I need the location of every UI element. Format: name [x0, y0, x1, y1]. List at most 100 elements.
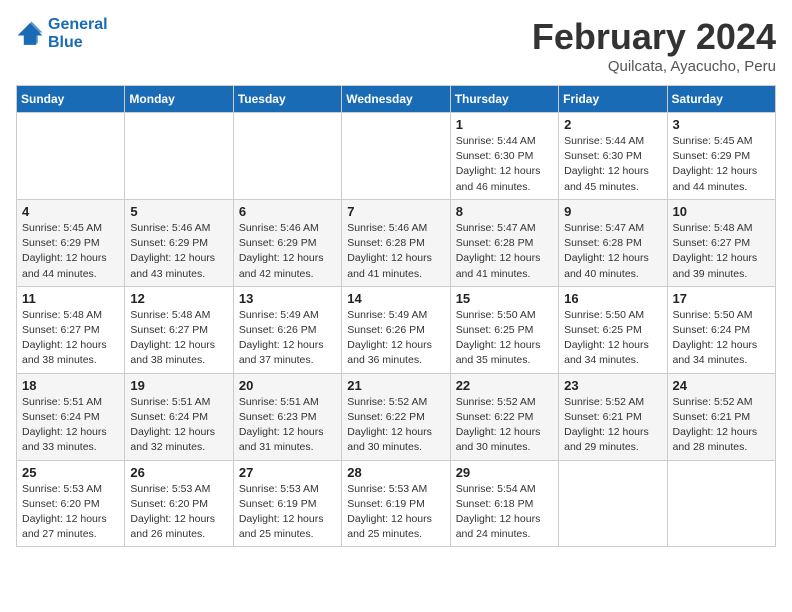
day-info: Sunrise: 5:53 AMSunset: 6:20 PMDaylight:… — [130, 482, 227, 543]
day-number: 19 — [130, 378, 227, 393]
day-info: Sunrise: 5:53 AMSunset: 6:20 PMDaylight:… — [22, 482, 119, 543]
calendar-cell: 1Sunrise: 5:44 AMSunset: 6:30 PMDaylight… — [450, 113, 558, 200]
calendar-cell: 20 Sunrise: 5:51 AMSunset: 6:23 PMDayligh… — [233, 373, 341, 460]
day-number: 12 — [130, 291, 227, 306]
calendar-cell — [125, 113, 233, 200]
subtitle: Quilcata, Ayacucho, Peru — [532, 58, 776, 75]
calendar-cell: 11Sunrise: 5:48 AMSunset: 6:27 PMDayligh… — [17, 286, 125, 373]
day-info: Sunrise: 5:46 AMSunset: 6:29 PMDaylight:… — [130, 221, 227, 282]
day-info: Sunrise: 5:52 AMSunset: 6:22 PMDaylight:… — [347, 395, 444, 456]
day-number: 9 — [564, 204, 661, 219]
calendar-cell: 22 Sunrise: 5:52 AMSunset: 6:22 PMDayligh… — [450, 373, 558, 460]
calendar-cell: 9 Sunrise: 5:47 AMSunset: 6:28 PMDaylight… — [559, 199, 667, 286]
calendar-cell: 21 Sunrise: 5:52 AMSunset: 6:22 PMDayligh… — [342, 373, 450, 460]
calendar-cell: 4Sunrise: 5:45 AMSunset: 6:29 PMDaylight… — [17, 199, 125, 286]
day-number: 25 — [22, 465, 119, 480]
day-info: Sunrise: 5:46 AMSunset: 6:29 PMDaylight:… — [239, 221, 336, 282]
day-number: 5 — [130, 204, 227, 219]
day-number: 24 — [673, 378, 770, 393]
calendar-cell: 19 Sunrise: 5:51 AMSunset: 6:24 PMDayligh… — [125, 373, 233, 460]
day-info: Sunrise: 5:54 AMSunset: 6:18 PMDaylight:… — [456, 482, 553, 543]
calendar-cell: 25 Sunrise: 5:53 AMSunset: 6:20 PMDayligh… — [17, 460, 125, 547]
day-info: Sunrise: 5:46 AMSunset: 6:28 PMDaylight:… — [347, 221, 444, 282]
day-info: Sunrise: 5:49 AMSunset: 6:26 PMDaylight:… — [239, 308, 336, 369]
day-info: Sunrise: 5:52 AMSunset: 6:22 PMDaylight:… — [456, 395, 553, 456]
day-number: 7 — [347, 204, 444, 219]
calendar-body: 1Sunrise: 5:44 AMSunset: 6:30 PMDaylight… — [17, 113, 776, 547]
calendar-cell — [17, 113, 125, 200]
calendar-header-row: SundayMondayTuesdayWednesdayThursdayFrid… — [17, 86, 776, 113]
calendar-cell: 15 Sunrise: 5:50 AMSunset: 6:25 PMDayligh… — [450, 286, 558, 373]
calendar-cell: 14 Sunrise: 5:49 AMSunset: 6:26 PMDayligh… — [342, 286, 450, 373]
calendar-cell: 7 Sunrise: 5:46 AMSunset: 6:28 PMDaylight… — [342, 199, 450, 286]
calendar-cell: 5 Sunrise: 5:46 AMSunset: 6:29 PMDaylight… — [125, 199, 233, 286]
calendar-cell: 10 Sunrise: 5:48 AMSunset: 6:27 PMDayligh… — [667, 199, 775, 286]
day-number: 28 — [347, 465, 444, 480]
day-info: Sunrise: 5:50 AMSunset: 6:24 PMDaylight:… — [673, 308, 770, 369]
header-cell-saturday: Saturday — [667, 86, 775, 113]
day-number: 17 — [673, 291, 770, 306]
header-cell-monday: Monday — [125, 86, 233, 113]
day-info: Sunrise: 5:47 AMSunset: 6:28 PMDaylight:… — [564, 221, 661, 282]
day-number: 22 — [456, 378, 553, 393]
calendar-cell: 28 Sunrise: 5:53 AMSunset: 6:19 PMDayligh… — [342, 460, 450, 547]
header: General Blue February 2024 Quilcata, Aya… — [16, 16, 776, 75]
day-info: Sunrise: 5:44 AMSunset: 6:30 PMDaylight:… — [564, 134, 661, 195]
day-number: 8 — [456, 204, 553, 219]
day-info: Sunrise: 5:47 AMSunset: 6:28 PMDaylight:… — [456, 221, 553, 282]
day-number: 27 — [239, 465, 336, 480]
day-number: 18 — [22, 378, 119, 393]
header-cell-friday: Friday — [559, 86, 667, 113]
day-info: Sunrise: 5:53 AMSunset: 6:19 PMDaylight:… — [239, 482, 336, 543]
calendar-week-4: 18 Sunrise: 5:51 AMSunset: 6:24 PMDayligh… — [17, 373, 776, 460]
calendar-cell: 16Sunrise: 5:50 AMSunset: 6:25 PMDayligh… — [559, 286, 667, 373]
day-info: Sunrise: 5:48 AMSunset: 6:27 PMDaylight:… — [673, 221, 770, 282]
calendar-cell: 8 Sunrise: 5:47 AMSunset: 6:28 PMDaylight… — [450, 199, 558, 286]
day-number: 13 — [239, 291, 336, 306]
day-info: Sunrise: 5:48 AMSunset: 6:27 PMDaylight:… — [22, 308, 119, 369]
title-area: February 2024 Quilcata, Ayacucho, Peru — [532, 16, 776, 75]
calendar-cell: 13 Sunrise: 5:49 AMSunset: 6:26 PMDayligh… — [233, 286, 341, 373]
day-info: Sunrise: 5:48 AMSunset: 6:27 PMDaylight:… — [130, 308, 227, 369]
day-info: Sunrise: 5:50 AMSunset: 6:25 PMDaylight:… — [456, 308, 553, 369]
day-number: 20 — [239, 378, 336, 393]
calendar-cell: 27 Sunrise: 5:53 AMSunset: 6:19 PMDayligh… — [233, 460, 341, 547]
day-number: 26 — [130, 465, 227, 480]
day-number: 6 — [239, 204, 336, 219]
calendar-week-3: 11Sunrise: 5:48 AMSunset: 6:27 PMDayligh… — [17, 286, 776, 373]
logo-text: General Blue — [48, 16, 108, 52]
header-cell-sunday: Sunday — [17, 86, 125, 113]
day-number: 16 — [564, 291, 661, 306]
logo: General Blue — [16, 16, 108, 52]
logo-icon — [16, 20, 44, 48]
calendar-cell: 3 Sunrise: 5:45 AMSunset: 6:29 PMDaylight… — [667, 113, 775, 200]
calendar-cell: 23Sunrise: 5:52 AMSunset: 6:21 PMDayligh… — [559, 373, 667, 460]
day-info: Sunrise: 5:51 AMSunset: 6:24 PMDaylight:… — [130, 395, 227, 456]
header-cell-tuesday: Tuesday — [233, 86, 341, 113]
day-info: Sunrise: 5:45 AMSunset: 6:29 PMDaylight:… — [22, 221, 119, 282]
day-info: Sunrise: 5:44 AMSunset: 6:30 PMDaylight:… — [456, 134, 553, 195]
calendar-cell — [342, 113, 450, 200]
calendar-cell: 29 Sunrise: 5:54 AMSunset: 6:18 PMDayligh… — [450, 460, 558, 547]
day-info: Sunrise: 5:52 AMSunset: 6:21 PMDaylight:… — [673, 395, 770, 456]
day-number: 10 — [673, 204, 770, 219]
day-info: Sunrise: 5:52 AMSunset: 6:21 PMDaylight:… — [564, 395, 661, 456]
day-info: Sunrise: 5:53 AMSunset: 6:19 PMDaylight:… — [347, 482, 444, 543]
calendar-cell: 12 Sunrise: 5:48 AMSunset: 6:27 PMDayligh… — [125, 286, 233, 373]
day-info: Sunrise: 5:51 AMSunset: 6:23 PMDaylight:… — [239, 395, 336, 456]
day-number: 2 — [564, 117, 661, 132]
header-cell-thursday: Thursday — [450, 86, 558, 113]
calendar-week-1: 1Sunrise: 5:44 AMSunset: 6:30 PMDaylight… — [17, 113, 776, 200]
day-number: 15 — [456, 291, 553, 306]
calendar-cell: 26 Sunrise: 5:53 AMSunset: 6:20 PMDayligh… — [125, 460, 233, 547]
day-number: 21 — [347, 378, 444, 393]
day-info: Sunrise: 5:45 AMSunset: 6:29 PMDaylight:… — [673, 134, 770, 195]
calendar-table: SundayMondayTuesdayWednesdayThursdayFrid… — [16, 85, 776, 547]
calendar-cell: 2 Sunrise: 5:44 AMSunset: 6:30 PMDaylight… — [559, 113, 667, 200]
day-number: 14 — [347, 291, 444, 306]
day-number: 29 — [456, 465, 553, 480]
day-info: Sunrise: 5:49 AMSunset: 6:26 PMDaylight:… — [347, 308, 444, 369]
calendar-cell: 18Sunrise: 5:51 AMSunset: 6:24 PMDayligh… — [17, 373, 125, 460]
main-title: February 2024 — [532, 16, 776, 58]
day-number: 3 — [673, 117, 770, 132]
